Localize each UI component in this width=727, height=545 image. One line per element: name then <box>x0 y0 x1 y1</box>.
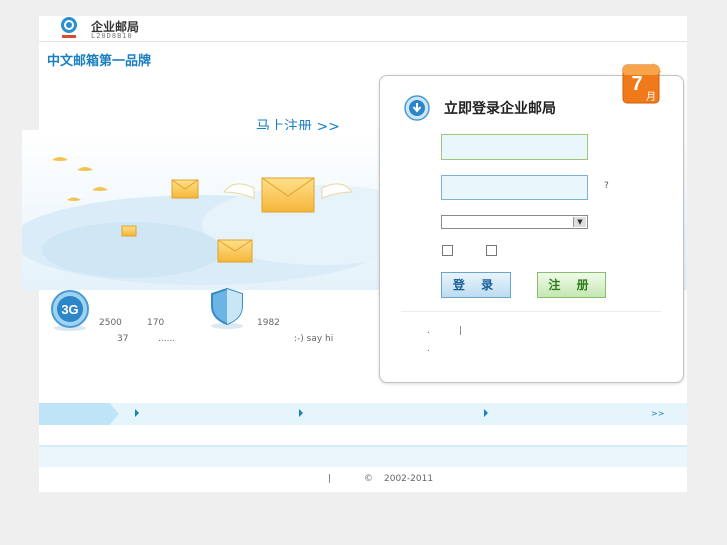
nav-tab-active[interactable] <box>39 403 119 425</box>
logo-icon <box>61 17 77 38</box>
bottom-nav-bar: >> <box>39 403 687 425</box>
footer-separator: | <box>328 474 332 484</box>
top-bar: 企业邮局 L20D8B10 <box>39 16 687 42</box>
badge-month: 月 <box>646 91 656 103</box>
secure-checkbox[interactable] <box>486 245 497 256</box>
login-link-separator: | <box>459 326 463 336</box>
login-link-2[interactable]: . <box>427 344 430 354</box>
nav-arrow-icon[interactable] <box>299 409 303 417</box>
username-input[interactable] <box>441 134 588 160</box>
stat-2500: 2500 <box>99 318 122 328</box>
download-arrow-icon <box>404 95 430 121</box>
copyright-symbol: © <box>364 474 373 484</box>
domain-select[interactable]: ▼ <box>441 215 588 229</box>
say-hi-text: :-) say hi <box>294 334 334 344</box>
stat-ellipsis: ...... <box>158 334 176 344</box>
nav-more-link[interactable]: >> <box>651 409 664 418</box>
3g-icon: 3G <box>51 290 89 331</box>
chevron-down-icon[interactable]: ▼ <box>573 217 586 227</box>
register-button[interactable]: 注 册 <box>537 272 606 298</box>
stat-37: 37 <box>117 334 129 344</box>
month-badge-icon: 7 月 <box>622 62 662 104</box>
login-link-1[interactable]: . <box>427 326 430 336</box>
password-help-mark[interactable]: ? <box>604 181 609 191</box>
shield-icon <box>211 287 243 329</box>
brand-sub: L20D8B10 <box>91 32 133 40</box>
stat-170: 170 <box>147 318 165 328</box>
password-input[interactable] <box>441 175 588 200</box>
footer-band <box>39 445 687 467</box>
nav-arrow-icon[interactable] <box>484 409 488 417</box>
envelope-icon <box>171 179 199 199</box>
login-button[interactable]: 登 录 <box>441 272 511 298</box>
copyright-years: 2002-2011 <box>384 474 434 484</box>
slogan: 中文邮箱第一品牌 <box>47 54 152 69</box>
remember-checkbox[interactable] <box>442 245 453 256</box>
nav-arrow-icon[interactable] <box>135 409 139 417</box>
3g-label: 3G <box>61 302 78 317</box>
login-divider <box>401 311 661 312</box>
login-panel: 立即登录企业邮局 <box>379 75 684 383</box>
badge-number: 7 <box>631 73 642 95</box>
login-title: 立即登录企业邮局 <box>444 101 556 117</box>
stat-1982: 1982 <box>257 318 280 328</box>
